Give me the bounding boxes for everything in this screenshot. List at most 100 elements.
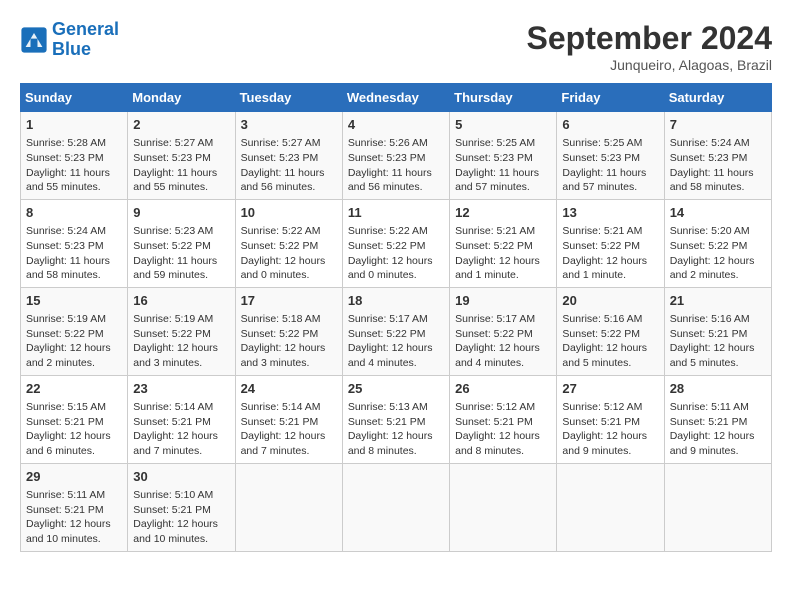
day-info-line: Sunset: 5:22 PM bbox=[670, 239, 766, 254]
day-info-line: Sunrise: 5:19 AM bbox=[26, 312, 122, 327]
calendar-table: SundayMondayTuesdayWednesdayThursdayFrid… bbox=[20, 83, 772, 552]
calendar-cell: 26Sunrise: 5:12 AMSunset: 5:21 PMDayligh… bbox=[450, 375, 557, 463]
calendar-cell: 29Sunrise: 5:11 AMSunset: 5:21 PMDayligh… bbox=[21, 463, 128, 551]
day-info-line: Daylight: 12 hours bbox=[455, 341, 551, 356]
day-info-line: and 3 minutes. bbox=[133, 356, 229, 371]
day-number: 24 bbox=[241, 380, 337, 398]
calendar-cell: 4Sunrise: 5:26 AMSunset: 5:23 PMDaylight… bbox=[342, 112, 449, 200]
day-info-line: and 8 minutes. bbox=[455, 444, 551, 459]
day-info-line: Sunrise: 5:24 AM bbox=[670, 136, 766, 151]
calendar-cell: 23Sunrise: 5:14 AMSunset: 5:21 PMDayligh… bbox=[128, 375, 235, 463]
day-info-line: and 2 minutes. bbox=[26, 356, 122, 371]
calendar-cell: 30Sunrise: 5:10 AMSunset: 5:21 PMDayligh… bbox=[128, 463, 235, 551]
day-info-line: Sunrise: 5:10 AM bbox=[133, 488, 229, 503]
calendar-cell: 17Sunrise: 5:18 AMSunset: 5:22 PMDayligh… bbox=[235, 287, 342, 375]
calendar-cell bbox=[342, 463, 449, 551]
calendar-cell: 18Sunrise: 5:17 AMSunset: 5:22 PMDayligh… bbox=[342, 287, 449, 375]
calendar-cell bbox=[557, 463, 664, 551]
day-info-line: Sunset: 5:22 PM bbox=[348, 327, 444, 342]
day-info-line: Sunrise: 5:17 AM bbox=[348, 312, 444, 327]
calendar-cell: 10Sunrise: 5:22 AMSunset: 5:22 PMDayligh… bbox=[235, 199, 342, 287]
day-info-line: and 58 minutes. bbox=[26, 268, 122, 283]
day-number: 20 bbox=[562, 292, 658, 310]
day-number: 13 bbox=[562, 204, 658, 222]
day-info-line: Sunset: 5:23 PM bbox=[562, 151, 658, 166]
day-info-line: Sunset: 5:21 PM bbox=[133, 415, 229, 430]
location-subtitle: Junqueiro, Alagoas, Brazil bbox=[527, 57, 772, 73]
calendar-cell: 25Sunrise: 5:13 AMSunset: 5:21 PMDayligh… bbox=[342, 375, 449, 463]
calendar-week-2: 8Sunrise: 5:24 AMSunset: 5:23 PMDaylight… bbox=[21, 199, 772, 287]
day-number: 15 bbox=[26, 292, 122, 310]
day-number: 14 bbox=[670, 204, 766, 222]
day-info-line: and 0 minutes. bbox=[241, 268, 337, 283]
day-info-line: and 55 minutes. bbox=[133, 180, 229, 195]
day-info-line: Sunset: 5:22 PM bbox=[133, 327, 229, 342]
day-info-line: Sunset: 5:22 PM bbox=[241, 327, 337, 342]
day-info-line: and 9 minutes. bbox=[562, 444, 658, 459]
calendar-cell: 22Sunrise: 5:15 AMSunset: 5:21 PMDayligh… bbox=[21, 375, 128, 463]
day-info-line: Sunset: 5:21 PM bbox=[241, 415, 337, 430]
day-number: 23 bbox=[133, 380, 229, 398]
day-info-line: Sunset: 5:21 PM bbox=[670, 327, 766, 342]
day-number: 5 bbox=[455, 116, 551, 134]
calendar-cell: 20Sunrise: 5:16 AMSunset: 5:22 PMDayligh… bbox=[557, 287, 664, 375]
calendar-cell bbox=[664, 463, 771, 551]
day-info-line: Sunrise: 5:13 AM bbox=[348, 400, 444, 415]
day-info-line: Sunset: 5:21 PM bbox=[133, 503, 229, 518]
day-info-line: and 10 minutes. bbox=[26, 532, 122, 547]
day-info-line: Daylight: 12 hours bbox=[562, 341, 658, 356]
day-number: 9 bbox=[133, 204, 229, 222]
day-info-line: Sunrise: 5:22 AM bbox=[241, 224, 337, 239]
day-info-line: Sunrise: 5:28 AM bbox=[26, 136, 122, 151]
day-number: 10 bbox=[241, 204, 337, 222]
day-info-line: Sunset: 5:21 PM bbox=[26, 415, 122, 430]
day-info-line: Sunset: 5:21 PM bbox=[348, 415, 444, 430]
day-info-line: Daylight: 12 hours bbox=[670, 254, 766, 269]
day-info-line: Daylight: 12 hours bbox=[348, 254, 444, 269]
day-info-line: and 8 minutes. bbox=[348, 444, 444, 459]
day-info-line: Sunrise: 5:27 AM bbox=[241, 136, 337, 151]
day-info-line: and 9 minutes. bbox=[670, 444, 766, 459]
day-info-line: Sunset: 5:23 PM bbox=[455, 151, 551, 166]
day-info-line: and 1 minute. bbox=[562, 268, 658, 283]
calendar-cell: 19Sunrise: 5:17 AMSunset: 5:22 PMDayligh… bbox=[450, 287, 557, 375]
day-info-line: and 57 minutes. bbox=[455, 180, 551, 195]
day-info-line: Daylight: 11 hours bbox=[562, 166, 658, 181]
calendar-cell: 12Sunrise: 5:21 AMSunset: 5:22 PMDayligh… bbox=[450, 199, 557, 287]
day-info-line: Daylight: 12 hours bbox=[562, 429, 658, 444]
day-info-line: Sunrise: 5:15 AM bbox=[26, 400, 122, 415]
calendar-header-row: SundayMondayTuesdayWednesdayThursdayFrid… bbox=[21, 84, 772, 112]
day-info-line: and 4 minutes. bbox=[348, 356, 444, 371]
day-info-line: Sunrise: 5:20 AM bbox=[670, 224, 766, 239]
day-info-line: Sunrise: 5:25 AM bbox=[455, 136, 551, 151]
day-info-line: Daylight: 12 hours bbox=[670, 341, 766, 356]
day-info-line: Daylight: 11 hours bbox=[348, 166, 444, 181]
month-title: September 2024 bbox=[527, 20, 772, 57]
logo-icon bbox=[20, 26, 48, 54]
calendar-cell: 6Sunrise: 5:25 AMSunset: 5:23 PMDaylight… bbox=[557, 112, 664, 200]
day-info-line: Sunrise: 5:16 AM bbox=[562, 312, 658, 327]
calendar-cell bbox=[450, 463, 557, 551]
day-info-line: and 6 minutes. bbox=[26, 444, 122, 459]
day-info-line: Sunrise: 5:21 AM bbox=[455, 224, 551, 239]
day-number: 22 bbox=[26, 380, 122, 398]
day-info-line: Daylight: 12 hours bbox=[133, 341, 229, 356]
day-info-line: Sunset: 5:23 PM bbox=[26, 239, 122, 254]
day-number: 11 bbox=[348, 204, 444, 222]
day-info-line: Daylight: 11 hours bbox=[133, 254, 229, 269]
day-info-line: Sunrise: 5:14 AM bbox=[133, 400, 229, 415]
day-number: 27 bbox=[562, 380, 658, 398]
day-number: 19 bbox=[455, 292, 551, 310]
day-info-line: and 10 minutes. bbox=[133, 532, 229, 547]
day-number: 1 bbox=[26, 116, 122, 134]
calendar-week-1: 1Sunrise: 5:28 AMSunset: 5:23 PMDaylight… bbox=[21, 112, 772, 200]
day-number: 3 bbox=[241, 116, 337, 134]
day-info-line: Sunrise: 5:21 AM bbox=[562, 224, 658, 239]
calendar-cell bbox=[235, 463, 342, 551]
calendar-cell: 2Sunrise: 5:27 AMSunset: 5:23 PMDaylight… bbox=[128, 112, 235, 200]
col-header-tuesday: Tuesday bbox=[235, 84, 342, 112]
day-info-line: Sunset: 5:21 PM bbox=[455, 415, 551, 430]
logo: General Blue bbox=[20, 20, 119, 60]
col-header-sunday: Sunday bbox=[21, 84, 128, 112]
day-info-line: Daylight: 12 hours bbox=[241, 429, 337, 444]
